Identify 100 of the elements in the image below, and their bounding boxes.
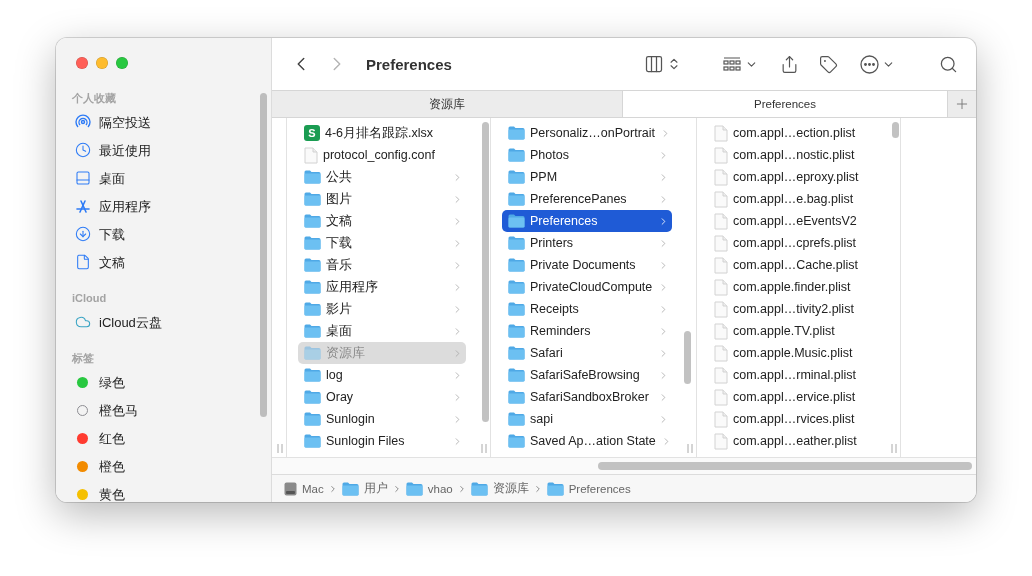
file-row[interactable]: log	[298, 364, 466, 386]
sidebar-section-title: 个人收藏	[71, 91, 117, 106]
file-row[interactable]: PreferencePanes	[502, 188, 672, 210]
file-row[interactable]: 文稿	[298, 210, 466, 232]
file-row[interactable]: protocol_config.conf	[298, 144, 466, 166]
folder-icon	[304, 258, 321, 272]
sidebar-section-title: iCloud	[71, 291, 108, 306]
folder-icon	[304, 368, 321, 382]
new-tab-button[interactable]	[948, 91, 976, 117]
sidebar-item[interactable]: 隔空投送	[56, 108, 271, 136]
path-item[interactable]: vhao	[405, 481, 453, 496]
file-row[interactable]: Receipts	[502, 298, 672, 320]
more-button[interactable]	[860, 54, 895, 74]
sidebar-item[interactable]: 应用程序	[56, 192, 271, 220]
file-row[interactable]: Reminders	[502, 320, 672, 342]
file-row[interactable]: com.appl…tivity2.plist	[708, 298, 876, 320]
sidebar-item[interactable]: 橙色	[56, 452, 271, 480]
file-icon	[714, 234, 728, 252]
file-row[interactable]: com.apple.Music.plist	[708, 342, 876, 364]
folder-icon	[304, 302, 321, 316]
window-title: Preferences	[366, 55, 452, 73]
file-icon	[714, 344, 728, 362]
folder-icon	[304, 324, 321, 338]
file-icon	[714, 322, 728, 340]
file-row[interactable]: com.apple.TV.plist	[708, 320, 876, 342]
file-icon	[714, 278, 728, 296]
file-row[interactable]: 桌面	[298, 320, 466, 342]
file-row[interactable]: PrivateCloudCompute	[502, 276, 672, 298]
file-row[interactable]: com.appl…ection.plist	[708, 122, 876, 144]
file-row[interactable]: com.appl…rminal.plist	[708, 364, 876, 386]
file-row[interactable]: com.appl…nostic.plist	[708, 144, 876, 166]
file-row[interactable]: com.apple.finder.plist	[708, 276, 876, 298]
grid-icon	[723, 56, 741, 72]
file-row[interactable]: com.appl…e.bag.plist	[708, 188, 876, 210]
close-button[interactable]	[76, 57, 88, 69]
file-row[interactable]: SafariSafeBrowsing	[502, 364, 672, 386]
tag-button[interactable]	[819, 54, 838, 74]
zoom-button[interactable]	[116, 57, 128, 69]
file-row[interactable]: Sunlogin	[298, 408, 466, 430]
resize-handle-icon[interactable]	[891, 444, 897, 453]
resize-handle-icon[interactable]	[687, 444, 693, 453]
file-icon	[714, 212, 728, 230]
tab[interactable]: 资源库	[272, 91, 623, 117]
cloud-icon	[75, 314, 91, 330]
file-row[interactable]: 下载	[298, 232, 466, 254]
sidebar-item[interactable]: 桌面	[56, 164, 271, 192]
folder-icon	[304, 412, 321, 426]
sidebar-item[interactable]: 黄色	[56, 480, 271, 502]
file-row[interactable]: sapi	[502, 408, 672, 430]
path-item[interactable]: Preferences	[546, 481, 631, 496]
file-row[interactable]: Saved Ap…ation State	[502, 430, 672, 452]
minimize-button[interactable]	[96, 57, 108, 69]
file-row[interactable]: Personaliz…onPortrait	[502, 122, 672, 144]
file-row[interactable]: com.appl…cprefs.plist	[708, 232, 876, 254]
file-icon	[714, 300, 728, 318]
folder-icon	[508, 236, 525, 250]
spreadsheet-icon: S	[304, 125, 320, 141]
sidebar-item[interactable]: 最近使用	[56, 136, 271, 164]
file-row[interactable]: Safari	[502, 342, 672, 364]
sidebar-item[interactable]: 绿色	[56, 368, 271, 396]
file-row[interactable]: 图片	[298, 188, 466, 210]
search-button[interactable]	[939, 54, 958, 74]
file-row[interactable]: com.appl…eEventsV2	[708, 210, 876, 232]
sidebar-section-title: 标签	[71, 351, 95, 366]
file-row[interactable]: Sunlogin Files	[298, 430, 466, 452]
sidebar-item[interactable]: 红色	[56, 424, 271, 452]
sidebar-item[interactable]: 橙色马	[56, 396, 271, 424]
sidebar-item[interactable]: 文稿	[56, 248, 271, 276]
group-button[interactable]	[723, 56, 758, 72]
file-row[interactable]: com.appl…ervice.plist	[708, 386, 876, 408]
file-row[interactable]: com.appl…eather.plist	[708, 430, 876, 452]
path-item[interactable]: 用户	[341, 481, 388, 496]
file-row[interactable]: PPM	[502, 166, 672, 188]
file-row[interactable]: com.appl…rvices.plist	[708, 408, 876, 430]
resize-handle-icon[interactable]	[481, 444, 487, 453]
path-item[interactable]: 资源库	[470, 481, 529, 496]
folder-icon	[508, 434, 525, 448]
file-row[interactable]: 公共	[298, 166, 466, 188]
file-row[interactable]: Preferences	[502, 210, 672, 232]
file-row[interactable]: 应用程序	[298, 276, 466, 298]
ellipsis-icon	[860, 54, 879, 74]
file-row[interactable]: Photos	[502, 144, 672, 166]
file-row[interactable]: S 4-6月排名跟踪.xlsx	[298, 122, 466, 144]
file-row[interactable]: SafariSandboxBroker	[502, 386, 672, 408]
folder-icon	[508, 192, 525, 206]
folder-icon	[508, 390, 525, 404]
file-row[interactable]: com.appl…Cache.plist	[708, 254, 876, 276]
sidebar-item[interactable]: 下载	[56, 220, 271, 248]
resize-handle-icon[interactable]	[277, 444, 283, 453]
path-item[interactable]: Mac	[284, 481, 324, 496]
file-row[interactable]: Printers	[502, 232, 672, 254]
file-row[interactable]: com.appl…eproxy.plist	[708, 166, 876, 188]
file-icon	[714, 168, 728, 186]
file-icon	[714, 190, 728, 208]
sidebar-item[interactable]: iCloud云盘	[56, 308, 271, 336]
file-row[interactable]: Private Documents	[502, 254, 672, 276]
file-row[interactable]: 影片	[298, 298, 466, 320]
file-row[interactable]: 音乐	[298, 254, 466, 276]
share-button[interactable]	[780, 54, 799, 74]
file-row[interactable]: Oray	[298, 386, 466, 408]
